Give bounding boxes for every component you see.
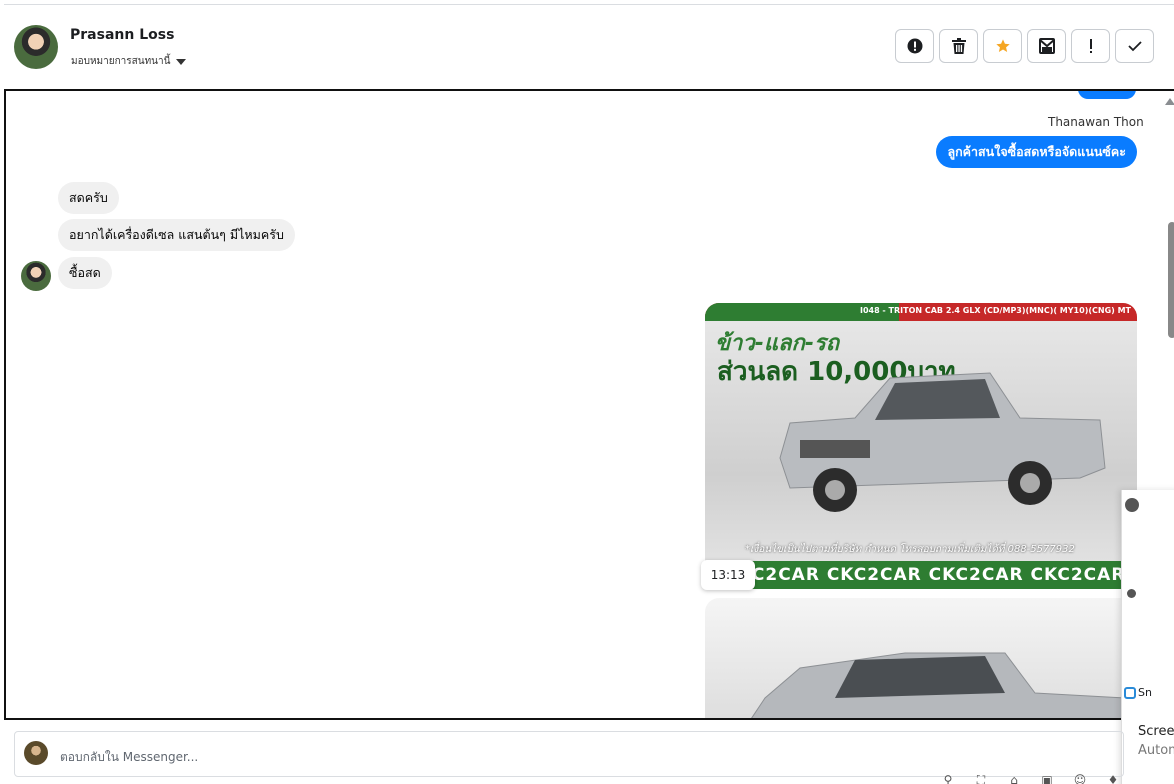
assign-conversation-dropdown[interactable]: มอบหมายการสนทนานี้ — [71, 54, 187, 69]
image-model-text: I048 - TRITON CAB 2.4 GLX (CD/MP3)(MNC)(… — [859, 306, 1131, 315]
previous-outgoing-bubble — [1078, 91, 1136, 99]
add-person-icon[interactable]: ⚲ — [940, 772, 956, 784]
incoming-message[interactable]: สดครับ — [58, 182, 119, 214]
reply-toolbar: ⚲ ⛶ ⌂ ▣ ☺ ♦ — [940, 772, 1121, 784]
mark-unread-icon — [1038, 38, 1055, 54]
saved-reply-icon[interactable]: ▣ — [1039, 772, 1055, 784]
floating-side-panel[interactable]: Sn Screer Autom — [1121, 490, 1174, 784]
mini-avatar — [1125, 498, 1139, 512]
reply-placeholder[interactable]: ตอบกลับใน Messenger... — [60, 748, 198, 767]
reply-box[interactable]: ตอบกลับใน Messenger... — [14, 731, 1124, 777]
scroll-up-arrow-icon[interactable] — [1165, 98, 1174, 105]
outgoing-message[interactable]: ลูกค้าสนใจซื้อสดหรือจัดแนนซ์คะ — [936, 136, 1137, 168]
trash-icon — [951, 38, 966, 54]
conversation-actions — [895, 29, 1154, 63]
message-timestamp: 13:13 — [701, 560, 755, 590]
screen-label: Screer — [1138, 724, 1174, 739]
auto-label: Autom — [1138, 743, 1174, 758]
mark-done-button[interactable] — [1115, 29, 1154, 63]
attachment-icon[interactable]: ⌂ — [1006, 772, 1022, 784]
star-icon — [995, 39, 1010, 52]
mark-spam-button[interactable] — [1071, 29, 1110, 63]
mark-unread-button[interactable] — [1027, 29, 1066, 63]
delete-button[interactable] — [939, 29, 978, 63]
emoji-icon[interactable]: ☺ — [1072, 772, 1088, 784]
contact-avatar-small — [21, 261, 51, 291]
snipping-tool-icon — [1124, 687, 1136, 699]
snip-label: Sn — [1138, 686, 1152, 699]
messenger-inbox-view: Prasann Loss มอบหมายการสนทนานี้ Thanawan… — [0, 0, 1174, 784]
image-contact-line: *เงื่อนไขเป็นไปตามที่บริษัท กำหนด โทรสอบ… — [745, 544, 1075, 555]
like-icon[interactable]: ♦ — [1105, 772, 1121, 784]
star-button[interactable] — [983, 29, 1022, 63]
top-divider — [4, 4, 1174, 5]
contact-name[interactable]: Prasann Loss — [70, 27, 174, 43]
contact-avatar[interactable] — [14, 25, 58, 69]
alert-circle-icon — [907, 38, 922, 54]
scroll-thumb[interactable] — [1168, 222, 1174, 338]
exclamation-icon — [1089, 39, 1092, 53]
image-attachment-second[interactable] — [705, 598, 1137, 718]
page-avatar — [24, 741, 48, 765]
pickup-truck-illustration-2 — [751, 652, 1134, 718]
shopping-bag-icon[interactable]: ⛶ — [973, 772, 989, 784]
incoming-message[interactable]: ซื้อสด — [58, 257, 112, 289]
incoming-message[interactable]: อยากได้เครื่องดีเซล แสนต้นๆ มีไหมครับ — [58, 219, 295, 251]
assign-label: มอบหมายการสนทนานี้ — [71, 56, 171, 67]
message-thread[interactable]: Thanawan Thon ลูกค้าสนใจซื้อสดหรือจัดแนน… — [4, 89, 1174, 720]
mini-avatar — [1127, 589, 1136, 598]
image-attachment[interactable]: I048 - TRITON CAB 2.4 GLX (CD/MP3)(MNC)(… — [705, 303, 1137, 589]
image-brand-strip: CKC2CAR CKC2CAR CKC2CAR CKC2CAR CKC — [725, 565, 1137, 585]
report-button[interactable] — [895, 29, 934, 63]
check-icon — [1127, 41, 1142, 52]
pickup-truck-illustration — [779, 372, 1106, 512]
chevron-down-icon — [176, 58, 187, 65]
sender-name: Thanawan Thon — [1048, 115, 1144, 129]
